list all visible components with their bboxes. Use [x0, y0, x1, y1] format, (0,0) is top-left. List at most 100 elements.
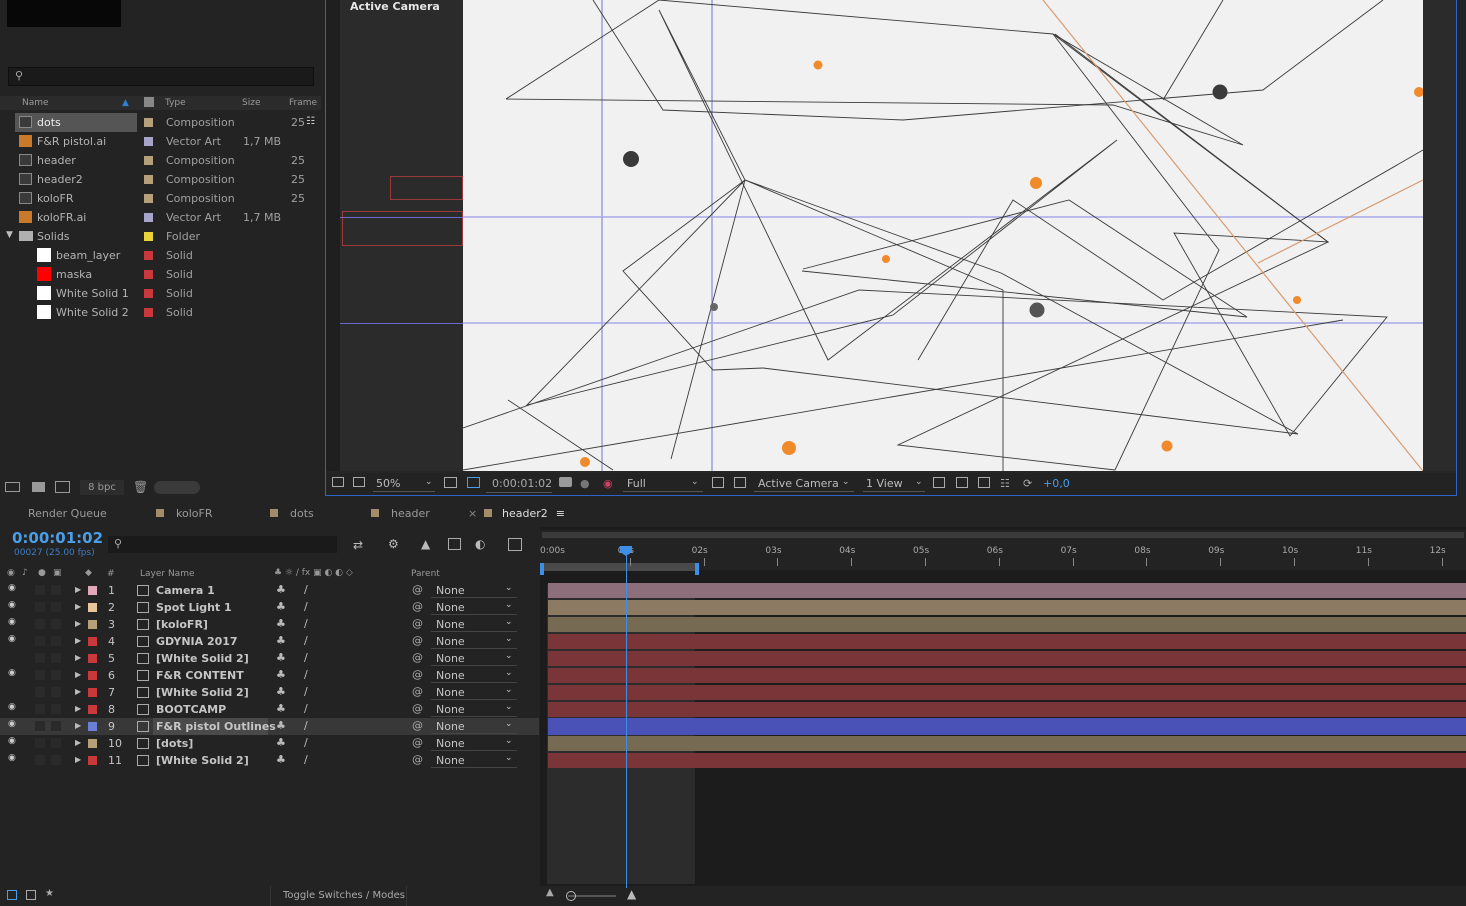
lock-toggle[interactable] [51, 687, 61, 697]
flowchart-icon[interactable]: ☷ [306, 116, 315, 127]
parent-dropdown[interactable]: None ⌄ [431, 736, 517, 751]
label-color[interactable] [144, 175, 153, 184]
project-item[interactable]: maska Solid [0, 265, 321, 284]
layer-row[interactable]: ◉ ▶ 11 [White Solid 2] ♣ ∕ @ None ⌄ [0, 752, 539, 769]
zoom-in-icon[interactable]: ▲ [627, 887, 636, 901]
eye-icon[interactable]: ◉ [8, 600, 17, 610]
shy-switch-icon[interactable]: ♣ [276, 600, 286, 613]
quality-switch-icon[interactable]: ∕ [304, 753, 308, 766]
zoom-slider-handle[interactable] [566, 891, 576, 901]
time-navigator[interactable] [542, 532, 1464, 538]
parent-dropdown[interactable]: None ⌄ [431, 719, 517, 734]
shy-switch-icon[interactable]: ♣ [276, 719, 286, 732]
layer-label-color[interactable] [88, 637, 97, 646]
motion-blur-icon[interactable]: ◐ [475, 537, 485, 551]
lock-toggle[interactable] [51, 636, 61, 646]
layer-label-color[interactable] [88, 688, 97, 697]
label-color[interactable] [144, 308, 153, 317]
layer-duration-bar[interactable] [548, 685, 1466, 700]
parent-dropdown[interactable]: None ⌄ [431, 600, 517, 615]
pickwhip-icon[interactable]: @ [412, 634, 423, 647]
quality-switch-icon[interactable]: ∕ [304, 668, 308, 681]
current-time-indicator[interactable] [626, 548, 627, 888]
solo-toggle[interactable] [35, 721, 45, 731]
frame-blending-icon[interactable] [448, 538, 461, 550]
solo-toggle[interactable] [35, 602, 45, 612]
tab-render-queue[interactable]: Render Queue [28, 507, 107, 520]
interpret-footage-icon[interactable] [5, 482, 20, 492]
resolution-dropdown[interactable]: Full ⌄ [623, 476, 703, 492]
layer-duration-bar[interactable] [548, 651, 1466, 666]
lock-toggle[interactable] [51, 721, 61, 731]
eye-icon[interactable]: ◉ [8, 634, 17, 644]
layer-name[interactable]: BOOTCAMP [156, 703, 226, 716]
layer-name[interactable]: Spot Light 1 [156, 601, 232, 614]
shy-switch-icon[interactable]: ♣ [276, 651, 286, 664]
eye-icon[interactable]: ◉ [8, 702, 17, 712]
layer-label-color[interactable] [88, 654, 97, 663]
comp-mini-flowchart-icon[interactable]: ⇄ [353, 538, 370, 552]
pickwhip-icon[interactable]: @ [412, 719, 423, 732]
label-color[interactable] [144, 213, 153, 222]
layer-row[interactable]: ◉ ▶ 3 [koloFR] ♣ ∕ @ None ⌄ [0, 616, 539, 633]
layer-label-color[interactable] [88, 705, 97, 714]
column-type[interactable]: Type [165, 98, 186, 108]
label-color[interactable] [144, 232, 153, 241]
layer-label-color[interactable] [88, 620, 97, 629]
solo-toggle[interactable] [35, 670, 45, 680]
layer-label-color[interactable] [88, 586, 97, 595]
layer-label-color[interactable] [88, 603, 97, 612]
layer-name[interactable]: [dots] [156, 737, 193, 750]
column-size[interactable]: Size [242, 98, 260, 108]
layer-duration-bar[interactable] [548, 702, 1466, 717]
lock-toggle[interactable] [51, 704, 61, 714]
expand-triangle-icon[interactable]: ▶ [75, 619, 81, 628]
reset-exposure-icon[interactable]: ⟳ [1023, 477, 1032, 490]
solo-toggle[interactable] [35, 704, 45, 714]
eye-icon[interactable]: ◉ [8, 668, 17, 678]
work-area-bar[interactable] [542, 563, 697, 571]
layer-row[interactable]: ▶ 5 [White Solid 2] ♣ ∕ @ None ⌄ [0, 650, 539, 667]
eye-icon[interactable]: ◉ [8, 617, 17, 627]
project-item[interactable]: beam_layer Solid [0, 246, 321, 265]
pickwhip-icon[interactable]: @ [412, 651, 423, 664]
column-name[interactable]: Name [22, 98, 49, 108]
solo-toggle[interactable] [35, 687, 45, 697]
layer-name[interactable]: [White Solid 2] [156, 686, 249, 699]
layer-row[interactable]: ◉ ▶ 4 GDYNIA 2017 ♣ ∕ @ None ⌄ [0, 633, 539, 650]
layer-name[interactable]: GDYNIA 2017 [156, 635, 238, 648]
quality-switch-icon[interactable]: ∕ [304, 651, 308, 664]
parent-dropdown[interactable]: None ⌄ [431, 651, 517, 666]
channel-icon[interactable]: ◉ [603, 477, 613, 490]
menu-icon[interactable]: ≡ [556, 507, 565, 520]
always-preview-icon[interactable] [332, 477, 344, 487]
lock-toggle[interactable] [51, 670, 61, 680]
lock-toggle[interactable] [51, 653, 61, 663]
layer-name[interactable]: F&R pistol Outlines [156, 720, 276, 733]
parent-dropdown[interactable]: None ⌄ [431, 753, 517, 768]
solo-toggle[interactable] [35, 636, 45, 646]
shy-switch-icon[interactable]: ♣ [276, 702, 286, 715]
eye-icon[interactable]: ◉ [8, 719, 17, 729]
zoom-dropdown[interactable]: 50% ⌄ [373, 476, 435, 492]
eye-icon[interactable]: ◉ [8, 736, 17, 746]
layer-name[interactable]: [White Solid 2] [156, 754, 249, 767]
shy-switch-icon[interactable]: ♣ [276, 685, 286, 698]
fit-icon[interactable] [444, 477, 457, 488]
project-item[interactable]: header Composition 25 [0, 151, 321, 170]
trash-icon[interactable]: 🗑 [133, 480, 148, 494]
quality-switch-icon[interactable]: ∕ [304, 685, 308, 698]
region-of-interest-icon[interactable] [467, 477, 480, 488]
parent-dropdown[interactable]: None ⌄ [431, 702, 517, 717]
tab-header[interactable]: header [371, 507, 430, 520]
expand-triangle-icon[interactable]: ▶ [75, 738, 81, 747]
project-search-input[interactable]: ⚲ [8, 67, 314, 86]
solo-toggle[interactable] [35, 585, 45, 595]
layer-row[interactable]: ◉ ▶ 8 BOOTCAMP ♣ ∕ @ None ⌄ [0, 701, 539, 718]
toggle-switches-modes-button[interactable]: Toggle Switches / Modes [270, 886, 407, 906]
eye-icon[interactable]: ◉ [8, 753, 17, 763]
layer-row[interactable]: ◉ ▶ 6 F&R CONTENT ♣ ∕ @ None ⌄ [0, 667, 539, 684]
layer-switches-icon[interactable] [7, 890, 17, 900]
parent-dropdown[interactable]: None ⌄ [431, 685, 517, 700]
layer-row[interactable]: ◉ ▶ 1 Camera 1 ♣ ∕ @ None ⌄ [0, 582, 539, 599]
